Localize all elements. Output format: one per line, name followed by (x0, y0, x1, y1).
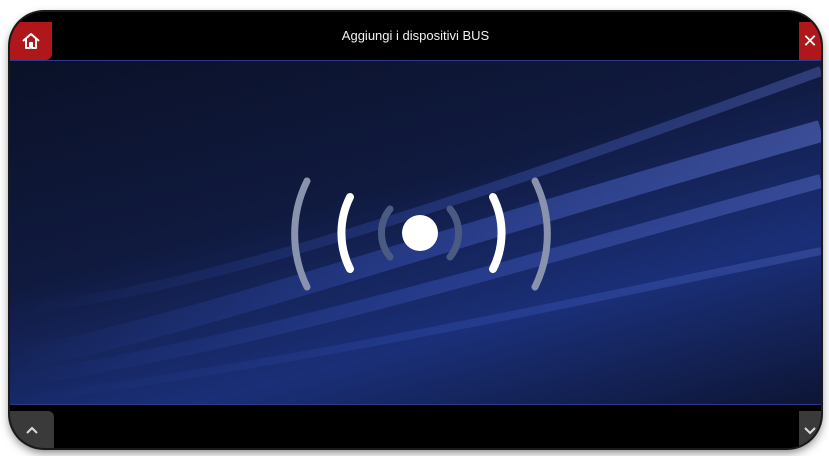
scroll-up-button[interactable] (10, 411, 54, 448)
chevron-up-icon (26, 426, 38, 434)
signal-outer-right-arc (531, 177, 551, 291)
bottom-bar (10, 404, 821, 448)
chevron-down-icon (804, 426, 816, 434)
page-title: Aggiungi i dispositivi BUS (341, 28, 490, 43)
signal-center-dot (402, 215, 438, 251)
signal-mid-left-arc (337, 193, 354, 273)
signal-mid-right-arc (489, 193, 506, 273)
signal-outer-left-arc (291, 177, 311, 291)
close-button[interactable]: ✕ (799, 22, 821, 60)
signal-inner-right-arc (446, 205, 462, 261)
app-window: Aggiungi i dispositivi BUS ✕ (10, 12, 821, 448)
wireless-signal-icon (291, 177, 551, 291)
top-bar: Aggiungi i dispositivi BUS ✕ (10, 12, 821, 61)
signal-inner-left-arc (378, 205, 394, 261)
scroll-down-button[interactable] (799, 411, 821, 448)
main-area (10, 61, 821, 405)
close-icon: ✕ (802, 30, 818, 51)
